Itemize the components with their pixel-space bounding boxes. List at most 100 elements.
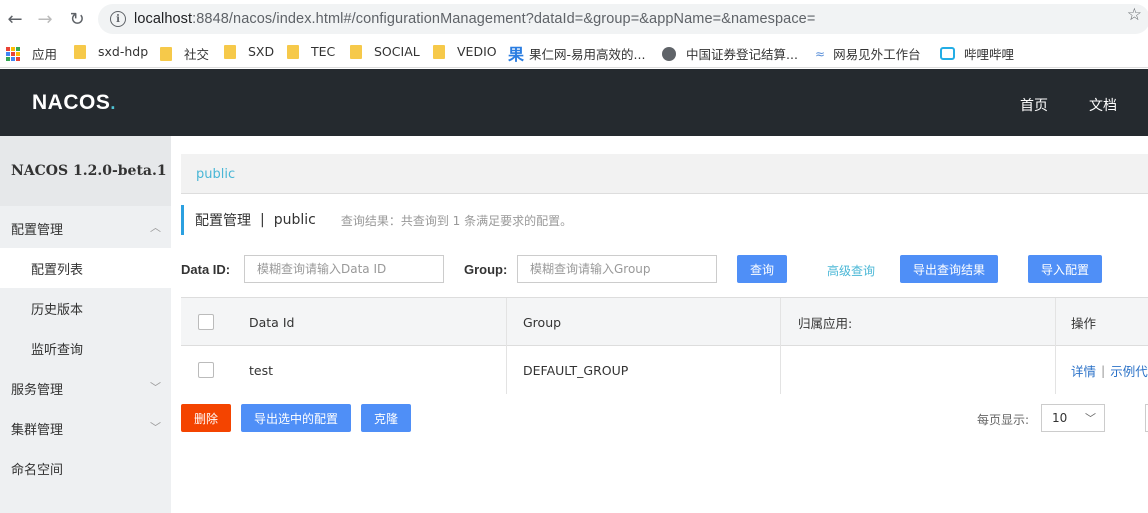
bookmark-social[interactable]: SOCIAL [350, 44, 420, 59]
delete-button[interactable]: 删除 [181, 404, 231, 432]
result-hint: 查询结果：共查询到 1 条满足要求的配置。 [340, 213, 573, 228]
folder-icon [160, 46, 172, 61]
sidebar-item-history[interactable]: 历史版本 [0, 288, 171, 328]
bookmark-label: SOCIAL [374, 44, 420, 59]
details-link[interactable]: 详情 [1071, 361, 1096, 380]
page-title: 配置管理 | public 查询结果：共查询到 1 条满足要求的配置。 [181, 205, 572, 235]
bookmark-chinaclear[interactable]: 中国证券登记结算... [662, 44, 798, 63]
column-header-group: Group [523, 314, 562, 330]
cell-dataid: test [249, 362, 274, 378]
sidebar-item-config-management[interactable]: 配置管理 ︿ [0, 208, 171, 248]
advanced-query-link[interactable]: 高级查询 [827, 262, 875, 279]
namespace-bar: public [181, 154, 1148, 194]
sidebar-item-label: 配置列表 [31, 262, 84, 278]
dataid-input-wrapper [244, 255, 444, 283]
export-selected-button[interactable]: 导出选中的配置 [241, 404, 351, 432]
address-bar[interactable]: i localhost:8848/nacos/index.html#/confi… [98, 4, 1148, 34]
bookmark-label: 中国证券登记结算... [686, 47, 798, 62]
bookmark-sxd[interactable]: SXD [224, 44, 274, 59]
clone-button[interactable]: 克隆 [361, 404, 411, 432]
sidebar-item-config-list[interactable]: 配置列表 [0, 248, 171, 288]
bilibili-icon [940, 47, 955, 60]
back-icon[interactable]: ← [4, 8, 26, 30]
column-divider [780, 298, 781, 394]
nav-docs[interactable]: 文档 [1089, 95, 1117, 115]
select-all-checkbox[interactable] [198, 314, 214, 330]
cell-group: DEFAULT_GROUP [523, 362, 629, 378]
action-separator: | [1101, 362, 1106, 378]
folder-icon [350, 44, 362, 59]
url-text[interactable]: localhost:8848/nacos/index.html#/configu… [134, 11, 815, 27]
sidebar-item-service-management[interactable]: 服务管理 ﹀ [0, 368, 171, 408]
bookmarks-bar: 应用 sxd-hdp 社交 SXD TEC SOCIAL VEDIO 果果仁网-… [0, 38, 1148, 68]
sidebar-item-label: 监听查询 [31, 342, 84, 358]
dataid-input[interactable] [257, 262, 431, 276]
bookmark-netease[interactable]: ≈ 网易见外工作台 [815, 44, 921, 63]
column-header-dataid: Data Id [249, 314, 295, 330]
row-checkbox[interactable] [198, 362, 214, 378]
sidebar-item-label: 集群管理 [11, 422, 64, 438]
sidebar-item-label: 命名空间 [11, 462, 64, 478]
reload-icon[interactable]: ↻ [66, 8, 88, 30]
page-size-label: 每页显示: [977, 413, 1030, 427]
group-input-wrapper [517, 255, 717, 283]
title-text: 配置管理 [195, 213, 251, 229]
folder-icon [287, 44, 299, 59]
bookmark-social-cn[interactable]: 社交 [160, 44, 209, 63]
group-label: Group: [464, 262, 508, 277]
bookmark-sxd-hdp[interactable]: sxd-hdp [74, 44, 148, 59]
chevron-down-icon: ﹀ [1085, 412, 1096, 425]
bookmark-star-icon[interactable]: ☆ [1127, 5, 1142, 25]
sidebar-item-listener-query[interactable]: 监听查询 [0, 328, 171, 368]
bookmark-bilibili[interactable]: 哔哩哔哩 [940, 44, 1014, 63]
bookmark-apps[interactable]: 应用 [6, 44, 57, 63]
sidebar-item-namespace[interactable]: 命名空间 [0, 448, 171, 488]
config-table: Data Id Group 归属应用: 操作 test DEFAULT_GROU… [181, 297, 1148, 394]
chevron-down-icon: ﹀ [150, 381, 161, 394]
column-header-app: 归属应用: [798, 315, 853, 331]
sidebar-item-label: 服务管理 [11, 382, 64, 398]
bookmark-label: 网易见外工作台 [833, 47, 921, 62]
bookmark-label: sxd-hdp [98, 44, 149, 59]
table-header: Data Id Group 归属应用: 操作 [181, 298, 1148, 346]
sidebar-item-label: 历史版本 [31, 302, 84, 318]
bookmark-guoren[interactable]: 果果仁网-易用高效的... [508, 41, 645, 65]
title-separator: | [260, 212, 265, 228]
browser-toolbar: ← → ↻ i localhost:8848/nacos/index.html#… [0, 0, 1148, 38]
import-config-button[interactable]: 导入配置 [1028, 255, 1102, 283]
dataid-label: Data ID: [181, 262, 231, 277]
chevron-up-icon: ︿ [150, 221, 161, 234]
table-row: test DEFAULT_GROUP 详情 | 示例代码 [181, 346, 1148, 394]
page-size-select[interactable]: 10 ﹀ [1041, 404, 1105, 432]
export-result-button[interactable]: 导出查询结果 [900, 255, 998, 283]
page-size-value: 10 [1052, 411, 1068, 425]
folder-icon [74, 44, 86, 59]
sidebar-item-label: 配置管理 [11, 222, 64, 238]
forward-icon[interactable]: → [34, 8, 56, 30]
apps-grid-icon [6, 46, 20, 61]
bookmark-label: TEC [311, 44, 336, 59]
cell-actions: 详情 | 示例代码 [1071, 346, 1148, 394]
guoren-icon: 果 [508, 45, 525, 64]
bookmark-vedio[interactable]: VEDIO [433, 44, 497, 59]
select-all-checkbox-cell [198, 298, 214, 346]
netease-icon: ≈ [815, 46, 826, 61]
folder-icon [224, 44, 236, 59]
version-label: NACOS 1.2.0-beta.1 [0, 136, 171, 206]
site-info-icon[interactable]: i [110, 11, 126, 27]
nav-home[interactable]: 首页 [1020, 95, 1048, 115]
nacos-logo[interactable]: NACOS. [32, 91, 116, 115]
bookmark-label: 果仁网-易用高效的... [529, 46, 646, 62]
bookmark-label: 应用 [32, 47, 58, 62]
sample-code-link[interactable]: 示例代码 [1110, 361, 1148, 380]
namespace-tab-public[interactable]: public [196, 167, 235, 182]
app-header: NACOS. 首页 文档 [0, 69, 1148, 136]
bookmark-tec[interactable]: TEC [287, 44, 335, 59]
group-input[interactable] [530, 262, 704, 276]
query-button[interactable]: 查询 [737, 255, 787, 283]
sidebar-item-cluster-management[interactable]: 集群管理 ﹀ [0, 408, 171, 448]
title-namespace: public [273, 212, 316, 228]
bookmark-label: 哔哩哔哩 [964, 47, 1015, 62]
row-checkbox-cell [198, 346, 214, 394]
bookmark-label: SXD [248, 44, 275, 59]
